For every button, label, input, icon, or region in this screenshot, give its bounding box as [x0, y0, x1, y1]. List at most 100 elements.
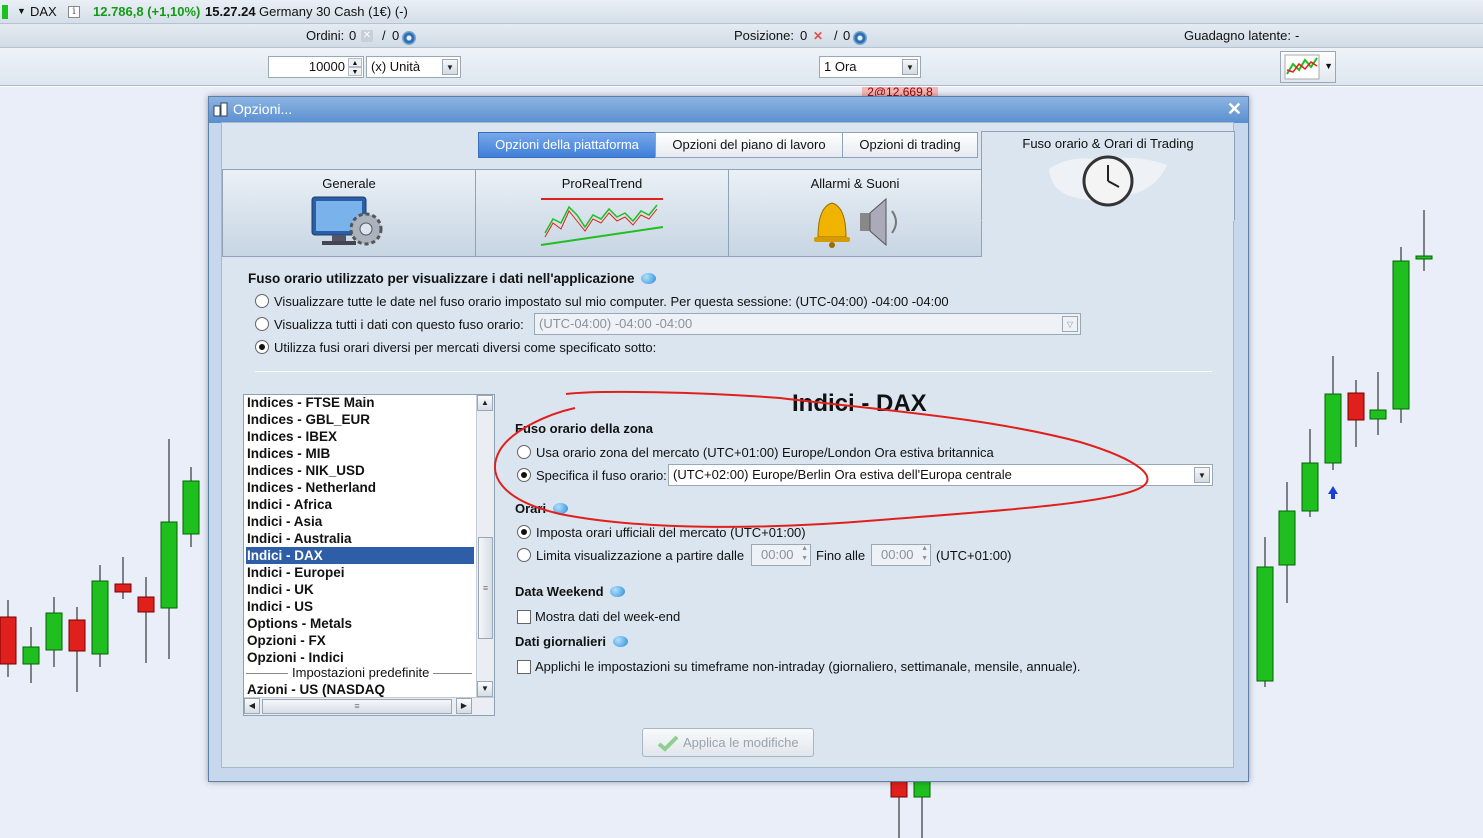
market-list[interactable]: Indices - FTSE Main Indices - GBL_EUR In… [243, 394, 495, 716]
tab-allarmi-label: Allarmi & Suoni [810, 176, 900, 191]
list-item[interactable]: Indici - UK [246, 581, 474, 598]
gear-icon[interactable] [402, 31, 416, 45]
daily-checkbox[interactable] [517, 660, 531, 674]
trend-chart-icon [540, 198, 664, 246]
radio-tz-computer[interactable] [255, 294, 269, 308]
tab-fuso-orario[interactable]: Fuso orario & Orari di Trading [981, 131, 1235, 221]
quantity-value: 10000 [308, 59, 345, 74]
posizione-label: Posizione: [734, 28, 794, 43]
orari-from-value: 00:00 [761, 547, 794, 562]
list-item[interactable]: Indices - GBL_EUR [246, 411, 474, 428]
spin-up-icon[interactable]: ▲ [921, 545, 928, 552]
dialog-titlebar[interactable]: Opzioni... ✕ [209, 97, 1248, 123]
zone-tz-select[interactable]: (UTC+02:00) Europe/Berlin Ora estiva del… [668, 464, 1213, 486]
scroll-up-icon[interactable]: ▲ [477, 395, 493, 411]
trade-bar: 10000 ▲ ▼ (x) Unità ▼ 1 Ora ▼ ▼ [0, 48, 1483, 86]
chevron-down-icon[interactable]: ▽ [1062, 316, 1078, 332]
weekend-checkbox[interactable] [517, 610, 531, 624]
list-item[interactable]: Opzioni - FX [246, 632, 474, 649]
info-icon[interactable]: i [68, 6, 80, 18]
scroll-down-icon[interactable]: ▼ [477, 681, 493, 697]
orari-to-label: Fino alle [816, 548, 866, 563]
radio-tz-per-market[interactable] [255, 340, 269, 354]
close-icon[interactable]: ✕ [1227, 99, 1242, 120]
list-item[interactable]: Indices - NIK_USD [246, 462, 474, 479]
candles-left [0, 439, 200, 692]
close-position-icon[interactable]: ✕ [812, 30, 824, 42]
chevron-down-icon[interactable]: ▼ [442, 59, 458, 75]
radio-orari-limit[interactable] [517, 548, 531, 562]
tz-fixed-select[interactable]: (UTC-04:00) -04:00 -04:00 ▽ [534, 313, 1081, 335]
scroll-thumb[interactable]: ≡ [478, 537, 493, 639]
chevron-down-icon[interactable]: ▼ [1194, 467, 1210, 483]
help-bubble-icon[interactable] [612, 636, 628, 647]
radio-zone-market[interactable] [517, 445, 531, 459]
chevron-down-icon[interactable]: ▼ [17, 6, 26, 16]
chart-type-icon [1284, 54, 1320, 80]
orari-heading-text: Orari [515, 501, 547, 516]
list-item[interactable]: Options - Metals [246, 615, 474, 632]
list-item[interactable]: Indici - Asia [246, 513, 474, 530]
ordini-sep: / [382, 28, 386, 43]
help-bubble-icon[interactable] [641, 273, 657, 284]
scroll-left-icon[interactable]: ◀ [244, 698, 260, 714]
posizione-count: 0 [800, 28, 808, 43]
list-item[interactable]: Indici - Africa [246, 496, 474, 513]
spin-down-icon[interactable]: ▼ [801, 555, 808, 562]
posizione-count-b: 0 [843, 28, 851, 43]
tab-opzioni-trading[interactable]: Opzioni di trading [842, 132, 978, 158]
scroll-right-icon[interactable]: ▶ [456, 698, 472, 714]
list-item[interactable]: Indices - MIB [246, 445, 474, 462]
gear-icon[interactable] [853, 31, 867, 45]
radio-orari-official[interactable] [517, 525, 531, 539]
tab-prorealtrend[interactable]: ProRealTrend [475, 169, 729, 257]
chevron-down-icon[interactable]: ▼ [902, 59, 918, 75]
radio-tz-fixed[interactable] [255, 317, 269, 331]
list-item[interactable]: Indici - US [246, 598, 474, 615]
quantity-stepper[interactable]: 10000 ▲ ▼ [268, 56, 364, 78]
orari-opt2-label: Limita visualizzazione a partire dalle [536, 548, 745, 563]
tab-opzioni-piattaforma[interactable]: Opzioni della piattaforma [478, 132, 656, 158]
list-item-selected[interactable]: Indici - DAX [246, 547, 474, 564]
spin-up-icon[interactable]: ▲ [348, 58, 362, 67]
unit-select[interactable]: (x) Unità ▼ [366, 56, 461, 78]
cancel-orders-icon[interactable]: ✕ [361, 30, 373, 42]
h-scroll-thumb[interactable]: ≡ [262, 699, 452, 714]
spin-down-icon[interactable]: ▼ [921, 555, 928, 562]
help-bubble-icon[interactable] [610, 586, 626, 597]
apply-button[interactable]: Applica le modifiche [642, 728, 814, 757]
horizontal-scrollbar[interactable]: ◀ ≡ ▶ [244, 697, 494, 715]
list-item[interactable]: Azioni - US (NASDAQ [246, 681, 474, 698]
detail-title: Indici - DAX [792, 390, 927, 417]
list-item[interactable]: Indices - FTSE Main [246, 395, 474, 411]
radio-zone-custom[interactable] [517, 468, 531, 482]
tab-opzioni-piano-lavoro[interactable]: Opzioni del piano di lavoro [655, 132, 843, 158]
chevron-down-icon[interactable]: ▼ [1324, 61, 1333, 71]
daily-check-label: Applichi le impostazioni su timeframe no… [535, 659, 1081, 674]
tz-section-title: Fuso orario utilizzato per visualizzare … [248, 271, 657, 286]
tab-generale[interactable]: Generale [222, 169, 476, 257]
unit-value: (x) Unità [371, 59, 421, 74]
zone-heading: Fuso orario della zona [515, 421, 653, 436]
list-item[interactable]: Indici - Australia [246, 530, 474, 547]
spin-up-icon[interactable]: ▲ [801, 545, 808, 552]
symbol-label[interactable]: DAX [30, 4, 57, 19]
help-bubble-icon[interactable] [552, 503, 568, 514]
timeframe-select[interactable]: 1 Ora ▼ [819, 56, 921, 78]
chart-type-button[interactable]: ▼ [1280, 51, 1336, 83]
list-item[interactable]: Indices - IBEX [246, 428, 474, 445]
monitor-gear-icon [311, 196, 383, 246]
vertical-scrollbar[interactable]: ▲ ≡ ▼ [476, 395, 494, 699]
list-item[interactable]: Opzioni - Indici [246, 649, 474, 666]
instrument-name: Germany 30 Cash (1€) (-) [259, 4, 408, 19]
orari-tz-label: (UTC+01:00) [936, 548, 1012, 563]
list-item[interactable]: Indices - Netherland [246, 479, 474, 496]
orari-to-stepper[interactable]: 00:00 ▲ ▼ [871, 544, 931, 566]
tab-allarmi-suoni[interactable]: Allarmi & Suoni [728, 169, 982, 257]
tz-section-title-text: Fuso orario utilizzato per visualizzare … [248, 271, 635, 286]
top-tab-bar: Opzioni della piattaforma Opzioni del pi… [478, 132, 978, 158]
orari-from-stepper[interactable]: 00:00 ▲ ▼ [751, 544, 811, 566]
list-item[interactable]: Indici - Europei [246, 564, 474, 581]
tab-generale-label: Generale [322, 176, 376, 191]
spin-down-icon[interactable]: ▼ [348, 67, 362, 76]
